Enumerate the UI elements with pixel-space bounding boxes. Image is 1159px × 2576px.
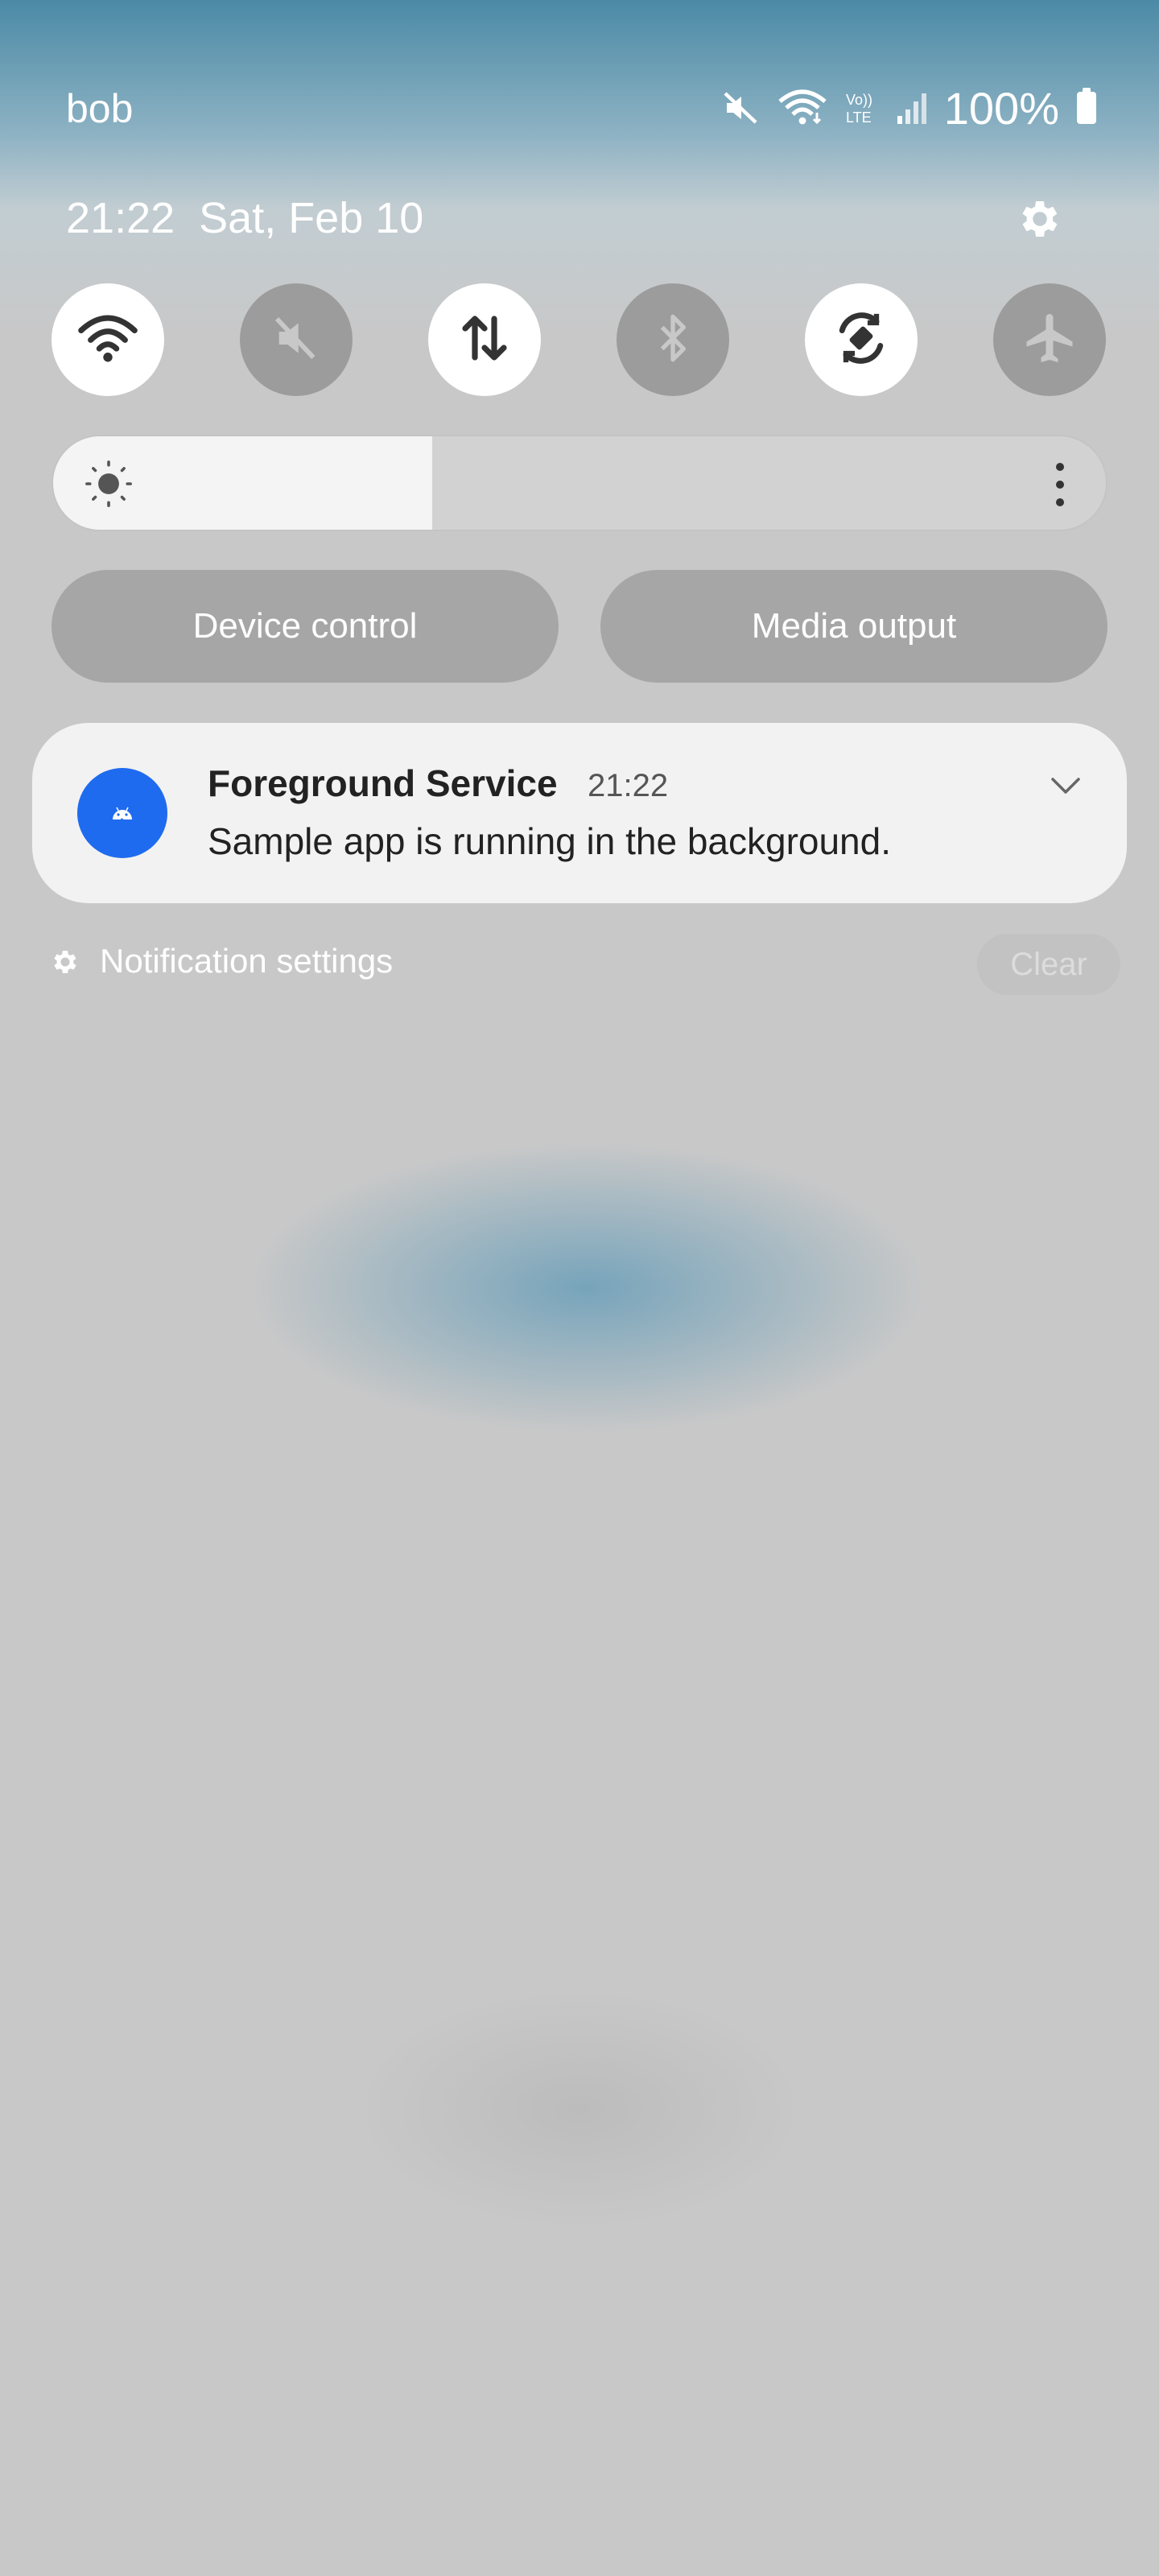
sound-toggle[interactable]	[240, 283, 353, 396]
volte-lte-icon: Vo)) LTE	[844, 89, 880, 127]
brightness-sun-icon	[84, 459, 134, 509]
signal-icon	[896, 89, 928, 127]
settings-gear-icon[interactable]	[1016, 195, 1064, 243]
quick-settings-row	[52, 283, 1106, 396]
wifi-icon	[777, 89, 828, 127]
airplane-icon	[1021, 309, 1079, 371]
battery-icon	[1077, 88, 1096, 124]
svg-text:Vo)): Vo))	[846, 92, 872, 108]
control-buttons-row: Device control Media output	[52, 570, 1107, 683]
date-time[interactable]: 21:22 Sat, Feb 10	[66, 193, 423, 243]
auto-rotate-toggle[interactable]	[805, 283, 918, 396]
device-control-button[interactable]: Device control	[52, 570, 559, 683]
wifi-toggle[interactable]	[52, 283, 164, 396]
date-label: Sat, Feb 10	[199, 194, 424, 242]
notification-settings-link[interactable]: Notification settings	[100, 942, 393, 980]
notification-text: Sample app is running in the background.	[208, 820, 892, 862]
clear-button[interactable]: Clear	[977, 934, 1120, 995]
clock-time: 21:22	[66, 194, 175, 242]
gear-icon	[50, 947, 80, 977]
more-options-icon[interactable]	[1054, 460, 1066, 509]
mobile-data-toggle[interactable]	[428, 283, 541, 396]
svg-text:LTE: LTE	[846, 109, 872, 126]
notification-time: 21:22	[588, 768, 669, 803]
bluetooth-toggle[interactable]	[617, 283, 729, 396]
media-output-button[interactable]: Media output	[600, 570, 1107, 683]
notification-title: Foreground Service	[208, 762, 558, 804]
mobile-data-icon	[456, 309, 514, 371]
status-bar: bob Vo)) LTE 100%	[0, 77, 1159, 142]
mute-icon	[270, 312, 322, 368]
battery-percent: 100%	[943, 82, 1059, 134]
bluetooth-icon	[647, 309, 699, 371]
mute-icon	[722, 89, 761, 127]
wifi-icon	[77, 312, 138, 368]
airplane-mode-toggle[interactable]	[993, 283, 1106, 396]
chevron-down-icon[interactable]	[1050, 774, 1082, 799]
status-icons: Vo)) LTE 100%	[722, 82, 1096, 134]
notification-card[interactable]: Foreground Service 21:22 Sample app is r…	[32, 723, 1127, 903]
app-icon	[77, 768, 167, 858]
brightness-slider[interactable]	[52, 435, 1107, 531]
notification-footer: Notification settings Clear	[50, 934, 1120, 995]
carrier-name: bob	[66, 86, 134, 131]
auto-rotate-icon	[831, 308, 892, 373]
